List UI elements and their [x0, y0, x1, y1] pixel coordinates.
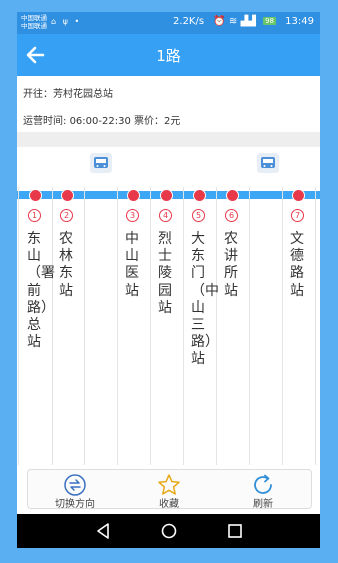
stop-number: 4	[159, 209, 172, 222]
switch-direction-icon	[64, 474, 86, 496]
stop-1[interactable]: 1 东山（署前路）总站	[18, 187, 55, 465]
page-title: 1路	[156, 47, 181, 65]
refresh-label: 刷新	[253, 499, 273, 510]
stop-2[interactable]: 2 农林东站	[51, 187, 85, 465]
android-nav-bar	[17, 514, 320, 548]
section-divider	[17, 132, 320, 147]
clock: 13:49	[285, 16, 314, 27]
stop-marker	[29, 189, 42, 202]
refresh-icon	[254, 474, 272, 494]
fare-value: 2元	[164, 116, 181, 127]
switch-direction-button[interactable]: 切换方向	[28, 470, 122, 510]
stop-marker	[61, 189, 74, 202]
wifi-icon: ≋	[228, 16, 238, 27]
nav-back-button[interactable]	[93, 522, 113, 540]
status-bar: 中国联通 中国联通 ⌂ ψ • 2.2K/s ⏰ ≋ ▟▟ 98 13:49	[17, 12, 320, 34]
star-icon	[158, 474, 180, 495]
app-bar: 1路	[17, 34, 320, 76]
favorite-button[interactable]: 收藏	[122, 470, 216, 510]
stop-name: 中山医站	[125, 231, 139, 299]
triangle-back-icon	[97, 523, 109, 539]
favorite-label: 收藏	[159, 499, 179, 510]
stop-number: 1	[28, 209, 41, 222]
status-right: 2.2K/s ⏰ ≋ ▟▟ 98 13:49	[173, 16, 314, 27]
dot-icon: •	[74, 17, 82, 26]
hours-fare-line: 运营时间: 06:00-22:30 票价：2元	[23, 112, 180, 127]
circle-home-icon	[161, 523, 177, 539]
stop-name: 农讲所站	[224, 231, 238, 299]
stop-gap	[249, 187, 283, 465]
route-map[interactable]: 1 东山（署前路）总站 2 农林东站 3 中山医站 4 烈士陵园站 5 大东门（…	[17, 147, 320, 465]
stop-name: 大东门（中山三路）站	[191, 231, 219, 368]
battery-icon: 98	[263, 17, 276, 25]
direction-value: 芳村花园总站	[53, 89, 113, 100]
usb-icon: ψ	[62, 17, 70, 26]
stop-7[interactable]: 7 文德路站	[282, 187, 316, 465]
stop-marker	[127, 189, 140, 202]
carrier-line-2: 中国联通	[21, 22, 47, 30]
bus-icon	[257, 153, 279, 173]
stop-number: 7	[291, 209, 304, 222]
square-recents-icon	[228, 524, 242, 538]
phone-screen: 中国联通 中国联通 ⌂ ψ • 2.2K/s ⏰ ≋ ▟▟ 98 13:49 1…	[17, 12, 320, 548]
carrier-line-1: 中国联通	[21, 14, 47, 22]
stop-name: 农林东站	[59, 231, 73, 299]
refresh-button[interactable]: 刷新	[216, 470, 310, 510]
notification-icon: ⌂	[51, 17, 59, 26]
stop-gap	[84, 187, 118, 465]
stop-5[interactable]: 5 大东门（中山三路）站	[183, 187, 219, 465]
stop-marker	[226, 189, 239, 202]
stop-number: 2	[60, 209, 73, 222]
stop-name: 文德路站	[290, 231, 304, 299]
hours-label: 运营时间:	[23, 116, 70, 127]
nav-recents-button[interactable]	[225, 522, 245, 540]
stop-marker	[292, 189, 305, 202]
stop-marker	[160, 189, 173, 202]
carrier-info: 中国联通 中国联通	[21, 14, 47, 30]
bus-icon	[90, 153, 112, 173]
stop-number: 5	[192, 209, 205, 222]
stop-6[interactable]: 6 农讲所站	[216, 187, 250, 465]
stop-marker	[193, 189, 206, 202]
switch-direction-label: 切换方向	[55, 499, 95, 510]
direction-line: 开往：芳村花园总站	[23, 85, 113, 100]
nav-home-button[interactable]	[159, 522, 179, 540]
stop-number: 6	[225, 209, 238, 222]
alarm-icon: ⏰	[213, 16, 226, 27]
stop-name: 东山（署前路）总站	[27, 231, 55, 351]
stop-number: 3	[126, 209, 139, 222]
network-speed: 2.2K/s	[173, 16, 205, 27]
status-icons: ⌂ ψ •	[51, 17, 81, 26]
signal-icon: ▟▟	[240, 16, 256, 27]
stop-name: 烈士陵园站	[158, 231, 172, 316]
direction-label: 开往：	[23, 89, 53, 100]
hours-value: 06:00-22:30	[69, 116, 131, 127]
bottom-action-bar: 切换方向 收藏 刷新	[27, 469, 312, 510]
fare-label: 票价：	[130, 116, 164, 127]
stop-3[interactable]: 3 中山医站	[117, 187, 151, 465]
stop-4[interactable]: 4 烈士陵园站	[150, 187, 184, 465]
